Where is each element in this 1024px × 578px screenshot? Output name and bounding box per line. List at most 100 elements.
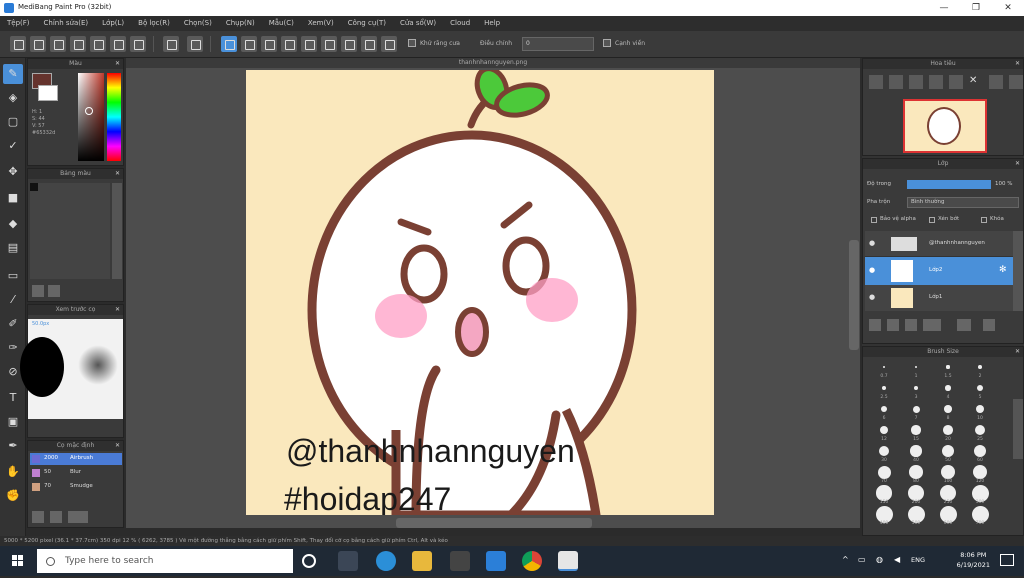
brush-size-option[interactable]: 2 <box>965 359 995 379</box>
close-icon[interactable]: ✕ <box>115 59 120 69</box>
close-icon[interactable]: ✕ <box>115 441 120 451</box>
snap-circle-icon[interactable] <box>321 36 337 52</box>
menu-tools[interactable]: Công cụ(T) <box>341 16 393 31</box>
brush-size-option[interactable]: 8 <box>933 401 963 421</box>
task-view-icon[interactable] <box>338 551 358 571</box>
brush-size-option[interactable]: 12 <box>869 422 899 442</box>
menu-snap[interactable]: Chụp(N) <box>219 16 262 31</box>
zoom-actual-icon[interactable] <box>929 75 943 89</box>
cloud-icon[interactable] <box>10 36 26 52</box>
close-window-button[interactable]: ✕ <box>992 0 1024 16</box>
close-icon[interactable]: ✕ <box>1015 347 1020 357</box>
close-icon[interactable]: ✕ <box>115 169 120 179</box>
mail-icon[interactable] <box>486 551 506 571</box>
brush-size-option[interactable]: 6 <box>869 401 899 421</box>
menu-cloud[interactable]: Cloud <box>443 16 477 31</box>
reset-icon[interactable]: ✕ <box>969 75 983 89</box>
dot-tool-icon[interactable]: ▢ <box>3 112 23 132</box>
saturation-value-picker[interactable] <box>78 73 104 161</box>
brush-size-option[interactable]: 400 <box>869 505 899 526</box>
zoom-fit-icon[interactable] <box>909 75 923 89</box>
brush-settings-icon[interactable] <box>68 511 88 523</box>
gradient-tool-icon[interactable]: ▤ <box>3 238 23 258</box>
rotate-left-icon[interactable] <box>949 75 963 89</box>
brush-size-option[interactable]: 50 <box>933 443 963 463</box>
duplicate-layer-icon[interactable] <box>983 319 995 331</box>
rect-tool-icon[interactable]: ■ <box>3 188 23 208</box>
copy-brush-icon[interactable] <box>50 511 62 523</box>
menu-view[interactable]: Xem(V) <box>301 16 341 31</box>
rotate-right-icon[interactable] <box>1009 75 1023 89</box>
opacity-slider[interactable] <box>907 180 991 189</box>
lock-checkbox[interactable] <box>981 217 987 223</box>
correction-select[interactable]: 0 <box>522 37 594 51</box>
brush-size-option[interactable]: 150 <box>869 485 899 505</box>
page-icon[interactable] <box>90 36 106 52</box>
page-alt-icon[interactable] <box>110 36 126 52</box>
visibility-eye-icon[interactable]: ● <box>869 239 875 247</box>
zoom-in-icon[interactable] <box>869 75 883 89</box>
battery-icon[interactable]: ▭ <box>858 555 866 564</box>
grid-icon[interactable] <box>70 36 86 52</box>
cortana-icon[interactable] <box>302 554 316 568</box>
store-icon[interactable] <box>450 551 470 571</box>
menu-edit[interactable]: Chỉnh sửa(E) <box>37 16 96 31</box>
comment-icon[interactable] <box>50 36 66 52</box>
snap-radial-icon[interactable] <box>301 36 317 52</box>
brush-size-option[interactable]: 25 <box>965 422 995 442</box>
close-icon[interactable]: ✕ <box>1015 159 1020 169</box>
volume-icon[interactable]: ◀ <box>894 555 900 564</box>
brush-size-option[interactable]: 1 <box>901 359 931 379</box>
magic-wand-tool-icon[interactable]: ⁄ <box>3 290 23 310</box>
windows-start-button[interactable] <box>0 546 36 576</box>
chrome-icon[interactable] <box>522 551 542 571</box>
edge-browser-icon[interactable] <box>376 551 396 571</box>
brush-size-option[interactable]: 20 <box>933 422 963 442</box>
eyedrop-icon[interactable]: ✒ <box>3 436 23 456</box>
add-brush-icon[interactable] <box>32 511 44 523</box>
move-tool-icon[interactable]: ✥ <box>3 162 23 182</box>
brush-size-option[interactable]: 5 <box>965 380 995 400</box>
zoom-tool-icon[interactable]: ✋ <box>3 462 23 482</box>
snap-ellipse-icon[interactable] <box>361 36 377 52</box>
brush-size-option[interactable]: 300 <box>965 484 995 505</box>
brush-size-option[interactable]: 30 <box>869 443 899 463</box>
brush-size-option[interactable]: 700 <box>965 505 995 526</box>
brush-list-item[interactable]: 50 Blur <box>30 467 122 479</box>
delete-palette-icon[interactable] <box>48 285 60 297</box>
brush-size-option[interactable]: 200 <box>901 485 931 505</box>
snap-settings-icon[interactable] <box>381 36 397 52</box>
brush-size-option[interactable]: 120 <box>965 464 995 484</box>
eraser-tool-icon[interactable]: ◈ <box>3 88 23 108</box>
brush-size-option[interactable]: 60 <box>965 443 995 463</box>
hue-slider[interactable] <box>107 73 121 161</box>
brush-size-option[interactable]: 15 <box>901 422 931 442</box>
close-icon[interactable]: ✕ <box>1015 59 1020 69</box>
add-halftone-layer-icon[interactable] <box>887 319 899 331</box>
zoom-out-icon[interactable] <box>889 75 903 89</box>
palette-swatch-area[interactable] <box>30 183 110 279</box>
snap-parallel-icon[interactable] <box>241 36 257 52</box>
minimize-button[interactable]: — <box>928 0 960 16</box>
lasso-tool-icon[interactable]: ▭ <box>3 266 23 286</box>
snap-edge-checkbox[interactable] <box>603 39 611 47</box>
add-layer-icon[interactable] <box>869 319 881 331</box>
menu-pattern[interactable]: Mẫu(C) <box>262 16 301 31</box>
document-tab[interactable]: thanhnhannguyen.png <box>126 58 860 68</box>
palette-scrollbar[interactable] <box>112 183 122 279</box>
layer-scrollbar[interactable] <box>1013 231 1023 311</box>
hand-tool-icon[interactable]: ✊ <box>3 486 23 506</box>
frame-icon[interactable] <box>130 36 146 52</box>
fill-tool-icon[interactable]: ◆ <box>3 214 23 234</box>
add-palette-icon[interactable] <box>32 285 44 297</box>
home-icon[interactable] <box>30 36 46 52</box>
select-tool-icon[interactable]: ✓ <box>3 136 23 156</box>
tray-chevron-icon[interactable]: ^ <box>842 555 849 564</box>
brush-size-option[interactable]: 7 <box>901 401 931 421</box>
undo-icon[interactable] <box>163 36 179 52</box>
layer-row[interactable]: ● Lớp1 <box>865 285 1013 311</box>
brush-list-item[interactable]: 2000 Airbrush <box>30 453 122 465</box>
color-picker-cursor[interactable] <box>85 107 93 115</box>
brush-size-option[interactable]: 80 <box>901 464 931 484</box>
palette-swatch[interactable] <box>30 183 38 191</box>
